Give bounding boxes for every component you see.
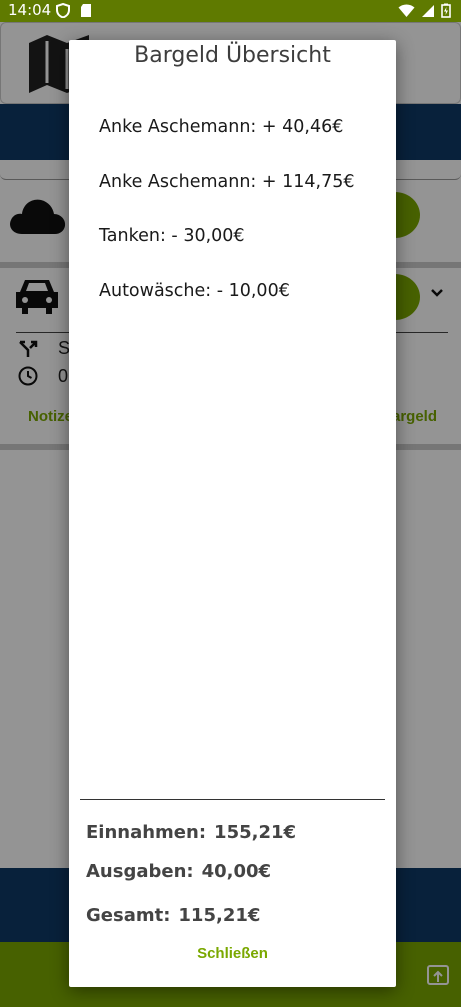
status-icons-left bbox=[56, 3, 92, 18]
cash-entry: Anke Aschemann: + 40,46€ bbox=[99, 117, 344, 137]
cash-entries-list: Anke Aschemann: + 40,46€ Anke Aschemann:… bbox=[99, 117, 369, 335]
battery-charging-icon bbox=[441, 3, 451, 18]
cash-entry: Anke Aschemann: + 114,75€ bbox=[99, 171, 355, 192]
status-icons-right bbox=[398, 3, 451, 18]
expense-summary: Ausgaben: 40,00€ bbox=[86, 861, 271, 882]
summary-divider bbox=[80, 799, 385, 800]
cell-signal-icon bbox=[422, 4, 434, 17]
income-value: 155,21€ bbox=[214, 822, 297, 843]
cash-overview-dialog: Bargeld Übersicht Anke Aschemann: + 40,4… bbox=[69, 40, 396, 987]
cash-entry: Tanken: - 30,00€ bbox=[99, 226, 245, 246]
expense-label: Ausgaben: bbox=[86, 861, 194, 882]
sd-card-icon bbox=[81, 4, 91, 17]
close-button[interactable]: Schließen bbox=[69, 945, 396, 962]
income-label: Einnahmen: bbox=[86, 822, 207, 843]
status-time: 14:04 bbox=[8, 1, 52, 19]
income-summary: Einnahmen: 155,21€ bbox=[86, 822, 296, 843]
shield-icon bbox=[56, 3, 70, 18]
expense-value: 40,00€ bbox=[201, 861, 272, 882]
cash-entry: Autowäsche: - 10,00€ bbox=[99, 280, 290, 301]
total-summary: Gesamt: 115,21€ bbox=[86, 905, 260, 926]
total-label: Gesamt: bbox=[86, 905, 171, 926]
status-bar: 14:04 bbox=[0, 0, 461, 22]
total-value: 115,21€ bbox=[178, 905, 261, 926]
dialog-title: Bargeld Übersicht bbox=[134, 43, 331, 68]
wifi-icon bbox=[398, 4, 415, 17]
